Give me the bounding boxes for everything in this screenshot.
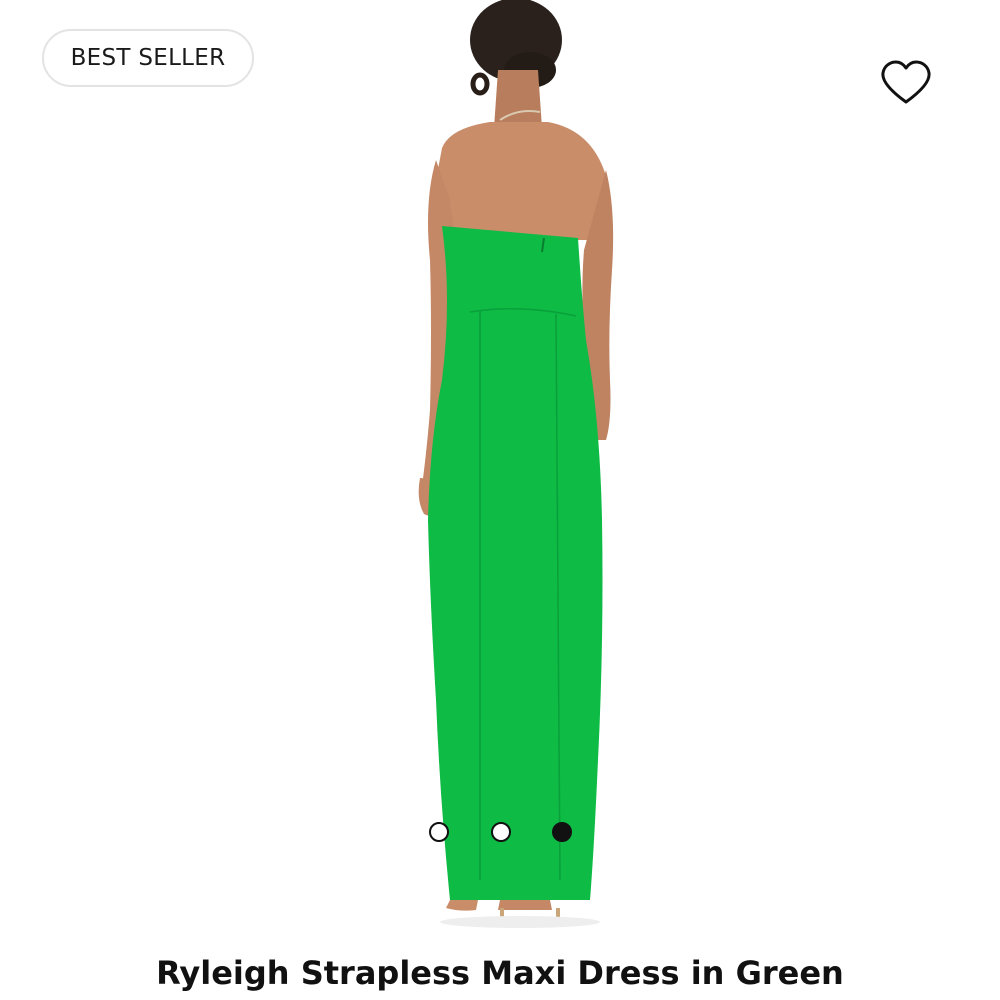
dress-photo — [418, 0, 614, 928]
heart-outline-icon — [881, 60, 931, 104]
badge-label: BEST SELLER — [70, 45, 226, 71]
carousel-dot-1[interactable] — [429, 822, 449, 842]
best-seller-badge: BEST SELLER — [42, 29, 254, 87]
product-image[interactable] — [380, 0, 660, 935]
carousel-dot-3[interactable] — [552, 822, 572, 842]
wishlist-button[interactable] — [878, 58, 934, 108]
product-title[interactable]: Ryleigh Strapless Maxi Dress in Green — [0, 948, 1000, 998]
carousel-dot-2[interactable] — [491, 822, 511, 842]
carousel-indicators — [0, 820, 1000, 844]
product-card[interactable]: BEST SELLER Ryleigh Strapless Maxi Dress… — [0, 0, 1000, 1000]
